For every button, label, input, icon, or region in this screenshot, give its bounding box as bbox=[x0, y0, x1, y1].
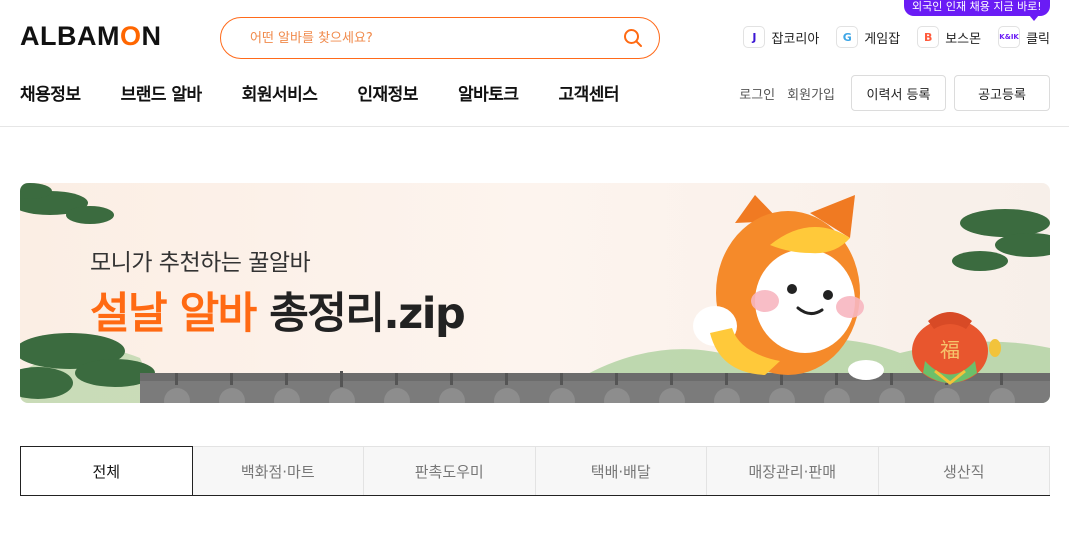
banner-headline-highlight: 설날 알바 bbox=[90, 289, 257, 339]
banner-subtitle: 모니가 추천하는 꿀알바 bbox=[90, 250, 311, 276]
logo-text-o: O bbox=[119, 20, 142, 51]
search-input[interactable] bbox=[250, 30, 623, 46]
family-site-jobkorea[interactable]: J 잡코리아 bbox=[743, 26, 819, 48]
search-icon[interactable] bbox=[623, 28, 643, 48]
family-site-label: 게임잡 bbox=[864, 31, 901, 47]
post-job-button[interactable]: 공고등록 bbox=[954, 75, 1050, 111]
category-tabs: 전체 백화점·마트 판촉도우미 택배·배달 매장관리·판매 생산직 bbox=[20, 446, 1050, 496]
family-site-gamejob[interactable]: G 게임잡 bbox=[836, 26, 900, 48]
promo-banner[interactable]: 福 모니가 추천하는 꿀알바 설날 알바 총정리.zip bbox=[20, 183, 1050, 403]
user-utility: 로그인 회원가입 이력서 등록 공고등록 bbox=[739, 75, 1050, 111]
jobkorea-icon: J bbox=[743, 26, 766, 48]
family-site-label: 잡코리아 bbox=[771, 31, 820, 47]
family-site-click[interactable]: K&IK 클릭 bbox=[998, 26, 1050, 48]
family-site-label: 보스몬 bbox=[945, 31, 982, 47]
family-sites: J 잡코리아 G 게임잡 B 보스몬 K&IK 클릭 bbox=[743, 26, 1050, 48]
search-bar bbox=[220, 17, 660, 59]
nav-job-info[interactable]: 채용정보 bbox=[20, 80, 81, 105]
register-resume-button[interactable]: 이력서 등록 bbox=[851, 75, 946, 111]
header-divider bbox=[0, 126, 1069, 127]
bossmon-icon: B bbox=[917, 26, 940, 48]
tab-store-sales[interactable]: 매장관리·판매 bbox=[707, 446, 879, 495]
banner-headline: 설날 알바 총정리.zip bbox=[90, 279, 466, 341]
tab-promotion-helper[interactable]: 판촉도우미 bbox=[364, 446, 536, 495]
login-link[interactable]: 로그인 bbox=[739, 84, 775, 103]
tab-delivery[interactable]: 택배·배달 bbox=[535, 446, 707, 495]
nav-member-service[interactable]: 회원서비스 bbox=[242, 80, 318, 105]
albamon-logo[interactable]: ALBAM O N bbox=[20, 20, 162, 51]
foreign-talent-tooltip[interactable]: 외국인 인재 채용 지금 바로! bbox=[904, 0, 1050, 21]
nav-alba-talk[interactable]: 알바토크 bbox=[458, 80, 519, 105]
gamejob-icon: G bbox=[836, 26, 859, 48]
logo-text-prefix: ALBAM bbox=[20, 20, 120, 51]
pouch-char: 福 bbox=[940, 338, 960, 362]
signup-link[interactable]: 회원가입 bbox=[787, 84, 835, 103]
logo-text-suffix: N bbox=[141, 20, 162, 51]
family-site-bossmon[interactable]: B 보스몬 bbox=[917, 26, 981, 48]
nav-talent-info[interactable]: 인재정보 bbox=[357, 80, 418, 105]
nav-customer-center[interactable]: 고객센터 bbox=[559, 80, 620, 105]
tab-department-mart[interactable]: 백화점·마트 bbox=[192, 446, 364, 495]
banner-headline-rest: 총정리.zip bbox=[269, 289, 466, 339]
family-site-label: 클릭 bbox=[1026, 31, 1050, 47]
main-nav: 채용정보 브랜드 알바 회원서비스 인재정보 알바토크 고객센터 bbox=[20, 80, 620, 105]
click-icon: K&IK bbox=[998, 26, 1021, 48]
nav-brand-alba[interactable]: 브랜드 알바 bbox=[121, 80, 203, 105]
tab-production[interactable]: 생산직 bbox=[878, 446, 1050, 495]
tab-all[interactable]: 전체 bbox=[20, 446, 193, 495]
